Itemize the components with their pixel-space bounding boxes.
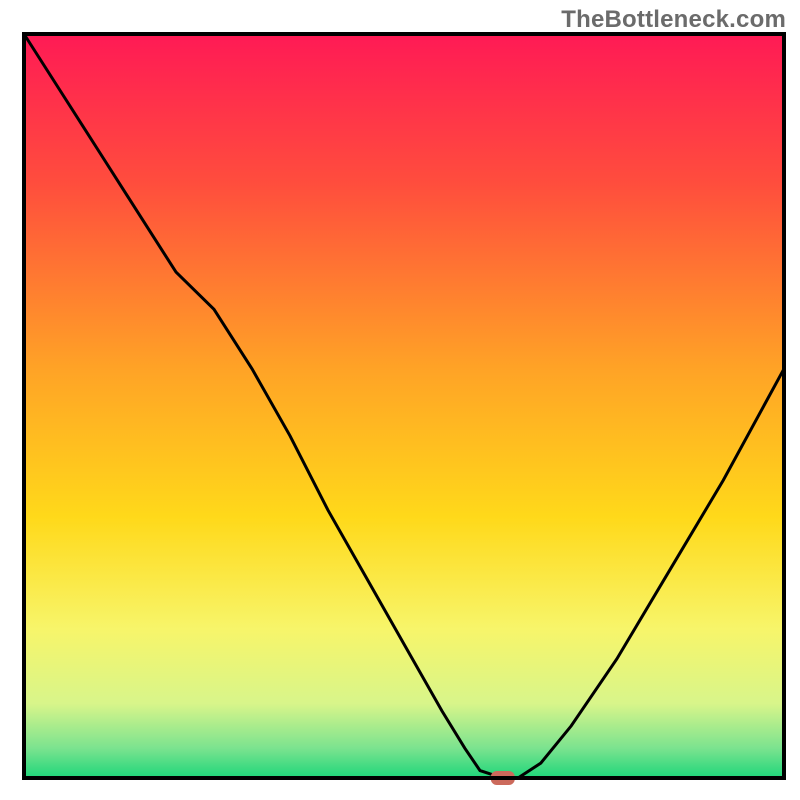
plot-background xyxy=(24,34,784,778)
chart-svg xyxy=(0,0,800,800)
chart-frame: TheBottleneck.com xyxy=(0,0,800,800)
